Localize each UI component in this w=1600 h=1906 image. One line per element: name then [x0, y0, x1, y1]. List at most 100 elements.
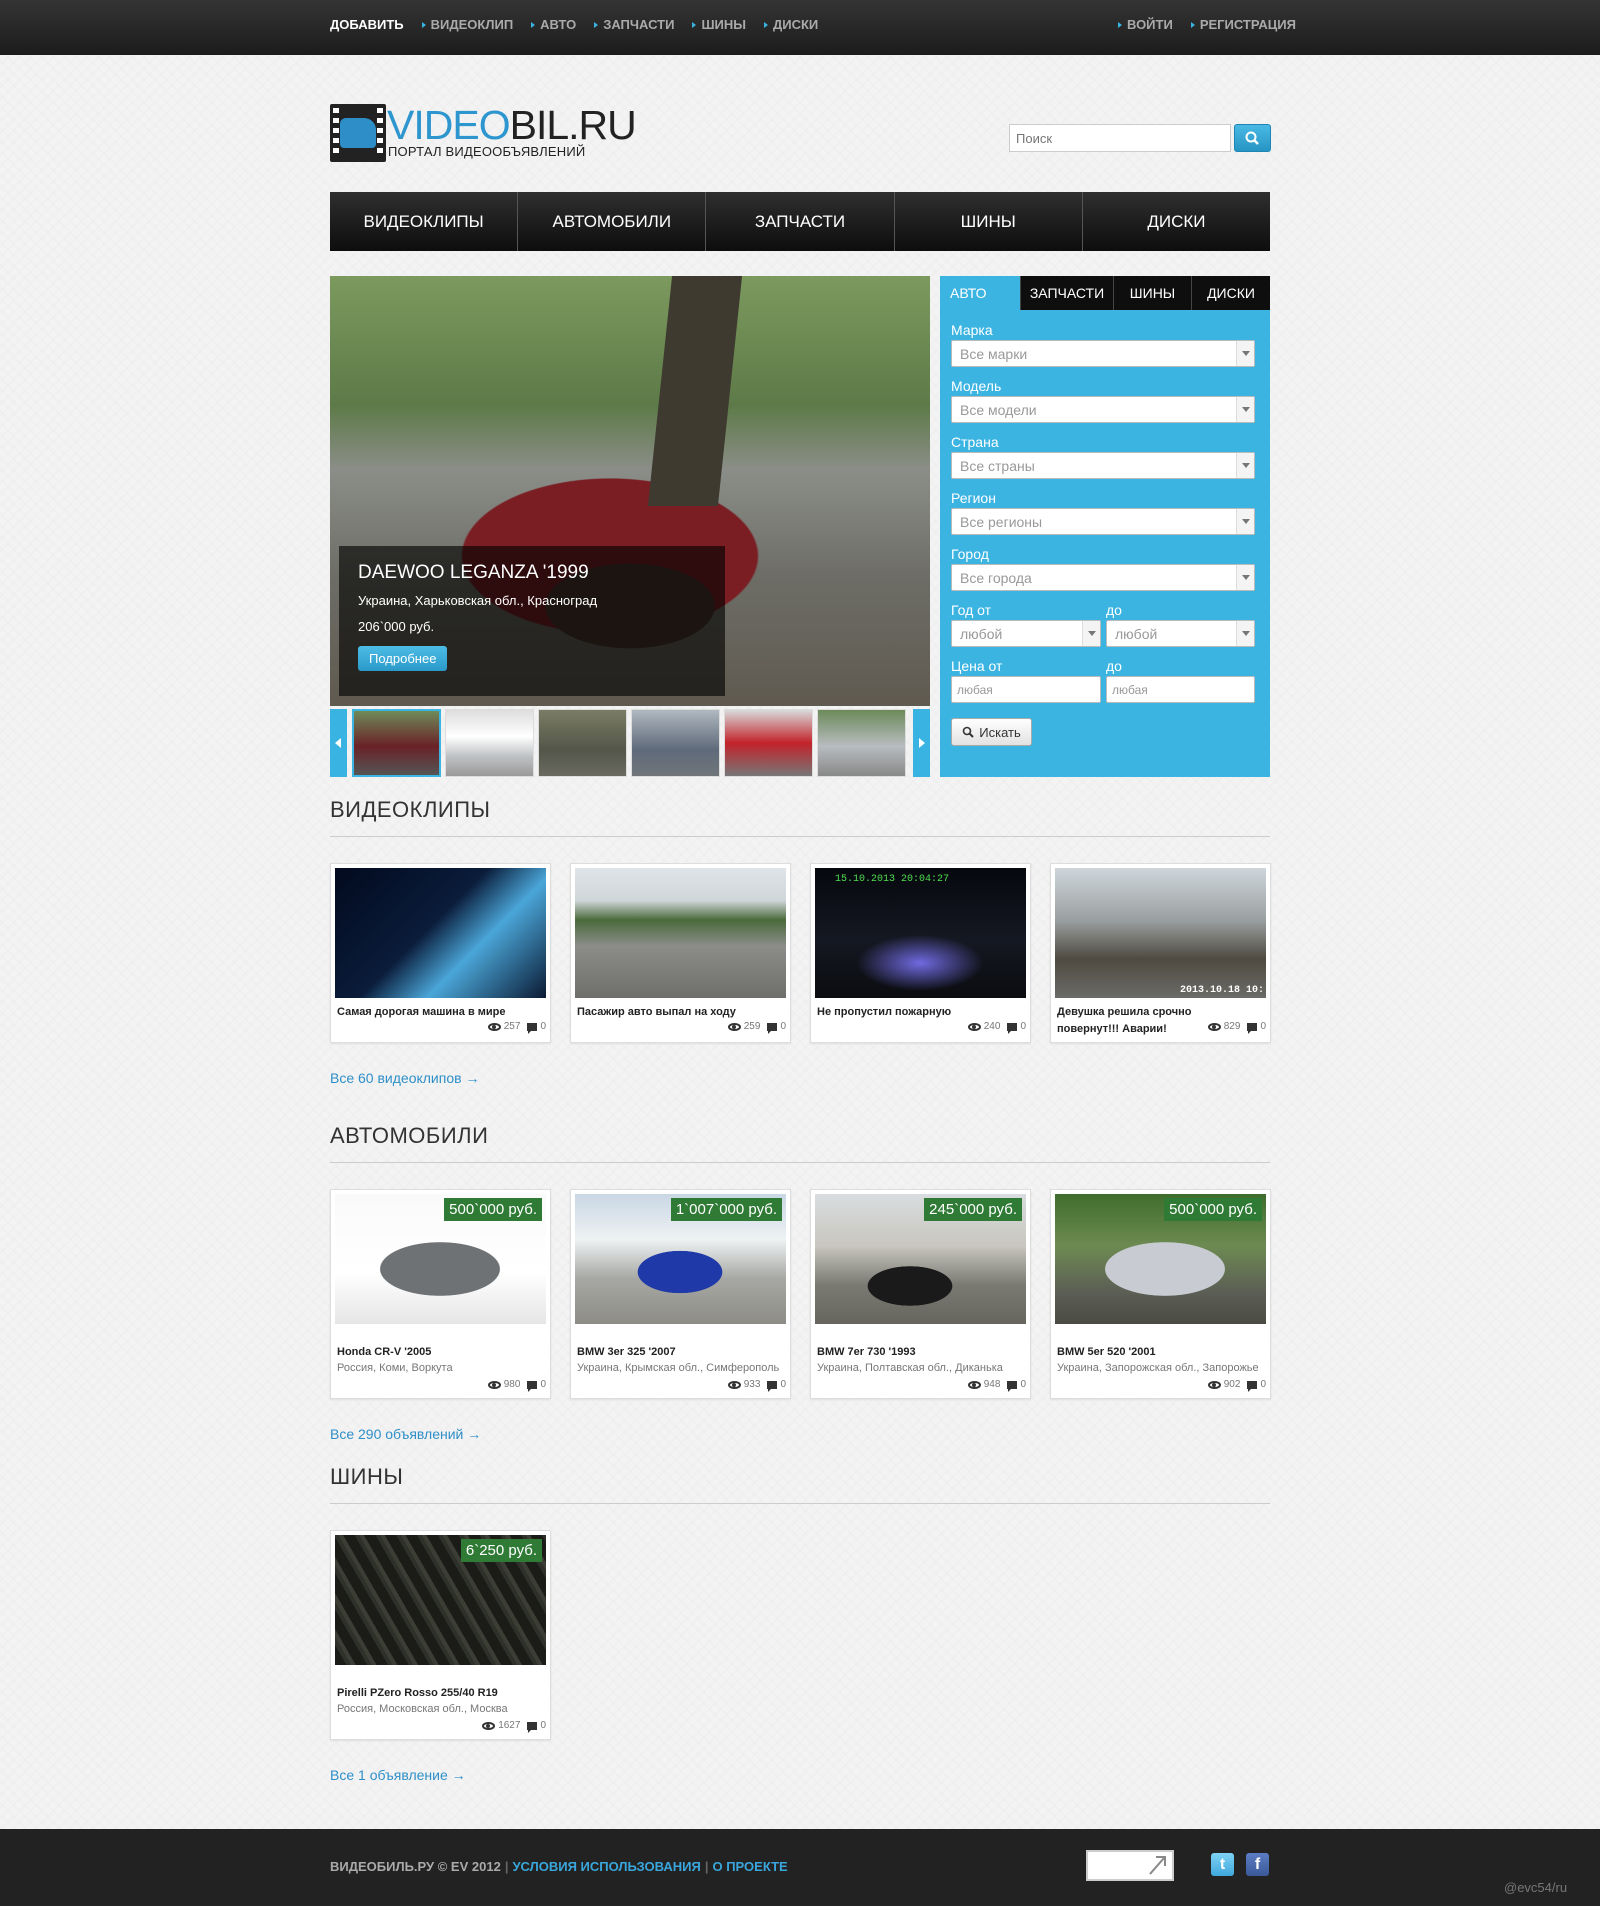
cars-section: АВТОМОБИЛИ: [330, 1123, 1270, 1163]
slide-caption: DAEWOO LEGANZA '1999 Украина, Харьковска…: [339, 546, 725, 696]
video-stats: 259 0: [727, 1021, 786, 1034]
about-link[interactable]: О ПРОЕКТЕ: [712, 1859, 787, 1874]
watermark: @evc54/ru: [1504, 1880, 1568, 1895]
year-to-select[interactable]: любой: [1106, 620, 1255, 647]
nav-videoclips[interactable]: ВИДЕОКЛИПЫ: [330, 192, 519, 251]
tab-auto[interactable]: АВТО: [940, 276, 1020, 310]
car-card[interactable]: 500`000 руб. Honda CR-V '2005 Россия, Ко…: [330, 1189, 551, 1399]
video-card[interactable]: 2013.10.18 10: Девушка решила срочно пов…: [1050, 863, 1271, 1043]
thumbnail[interactable]: [352, 709, 441, 777]
tire-stats: 1627 0: [482, 1720, 546, 1733]
select-value: Все города: [960, 570, 1032, 586]
top-link-videoclip[interactable]: ВИДЕОКЛИП: [421, 17, 513, 32]
country-select[interactable]: Все страны: [951, 452, 1255, 479]
field-label: Модель: [951, 378, 1002, 394]
top-bar: ДОБАВИТЬ ВИДЕОКЛИП АВТО ЗАПЧАСТИ ШИНЫ ДИ…: [0, 0, 1600, 55]
price-to-input[interactable]: любая: [1106, 676, 1255, 703]
field-label: Город: [951, 546, 989, 562]
bullet-icon: [1190, 21, 1195, 28]
view-count: 948: [983, 1379, 1001, 1390]
arrow-right-icon: [919, 738, 925, 748]
eye-icon: [487, 1380, 501, 1389]
field-label: Марка: [951, 322, 993, 338]
facebook-icon[interactable]: f: [1246, 1853, 1269, 1876]
featured-slider[interactable]: DAEWOO LEGANZA '1999 Украина, Харьковска…: [330, 276, 930, 706]
region-select[interactable]: Все регионы: [951, 508, 1255, 535]
car-card[interactable]: 500`000 руб. BMW 5er 520 '2001 Украина, …: [1050, 1189, 1271, 1399]
brand-field: Марка Все марки: [951, 322, 1255, 367]
top-link-label: ЗАПЧАСТИ: [603, 17, 675, 32]
top-link-parts[interactable]: ЗАПЧАСТИ: [594, 17, 674, 32]
search-input[interactable]: [1009, 124, 1231, 152]
view-count: 1627: [498, 1720, 521, 1731]
nav-cars[interactable]: АВТОМОБИЛИ: [518, 192, 707, 251]
all-cars-link[interactable]: Все 290 объявлений →: [330, 1426, 481, 1442]
login-link[interactable]: ВОЙТИ: [1118, 17, 1173, 32]
car-card[interactable]: 1`007`000 руб. BMW 3er 325 '2007 Украина…: [570, 1189, 791, 1399]
nav-tires[interactable]: ШИНЫ: [895, 192, 1083, 251]
all-tires-link[interactable]: Все 1 объявление →: [330, 1767, 466, 1783]
comment-icon: [767, 1022, 778, 1034]
video-thumbnail: 15.10.2013 20:04:27: [815, 868, 1026, 998]
thumbnail[interactable]: [445, 709, 534, 777]
thumbnail[interactable]: [724, 709, 813, 777]
comment-count: 0: [780, 1021, 786, 1032]
view-count: 902: [1223, 1379, 1241, 1390]
all-videos-link[interactable]: Все 60 видеоклипов →: [330, 1070, 479, 1086]
thumbnail[interactable]: [538, 709, 627, 777]
year-from-select[interactable]: любой: [951, 620, 1101, 647]
model-select[interactable]: Все модели: [951, 396, 1255, 423]
thumb-next-button[interactable]: [913, 709, 930, 777]
country-field: Страна Все страны: [951, 434, 1255, 479]
register-link[interactable]: РЕГИСТРАЦИЯ: [1190, 17, 1296, 32]
comment-icon: [767, 1380, 778, 1392]
bullet-icon: [1118, 21, 1122, 28]
video-card[interactable]: Пасажир авто выпал на ходу 259 0: [570, 863, 791, 1043]
price-from-field: Цена от любая: [951, 658, 1101, 703]
nav-wheels[interactable]: ДИСКИ: [1083, 192, 1270, 251]
price-from-input[interactable]: любая: [951, 676, 1101, 703]
car-title: BMW 5er 520 '2001: [1057, 1346, 1156, 1358]
comment-count: 0: [1260, 1379, 1266, 1390]
top-link-add[interactable]: ДОБАВИТЬ: [330, 17, 404, 32]
car-stats: 948 0: [967, 1379, 1026, 1392]
car-location: Украина, Полтавская обл., Диканька: [817, 1362, 1003, 1374]
car-title: BMW 7er 730 '1993: [817, 1346, 916, 1358]
car-location: Россия, Коми, Воркута: [337, 1362, 453, 1374]
twitter-icon[interactable]: t: [1211, 1853, 1234, 1876]
bullet-icon: [594, 21, 599, 28]
tab-parts[interactable]: ЗАПЧАСТИ: [1020, 276, 1113, 310]
slide-title: DAEWOO LEGANZA '1999: [358, 562, 589, 583]
site-logo[interactable]: VIDEOBIL.RU ПОРТАЛ ВИДЕООБЪЯВЛЕНИЙ: [330, 102, 637, 164]
top-link-wheels[interactable]: ДИСКИ: [763, 17, 818, 32]
car-card[interactable]: 245`000 руб. BMW 7er 730 '1993 Украина, …: [810, 1189, 1031, 1399]
visit-counter[interactable]: [1086, 1850, 1174, 1881]
chevron-down-icon: [1236, 565, 1254, 590]
logo-subtitle: ПОРТАЛ ВИДЕООБЪЯВЛЕНИЙ: [388, 144, 586, 159]
thumb-prev-button[interactable]: [330, 709, 347, 777]
tab-wheels[interactable]: ДИСКИ: [1191, 276, 1270, 310]
comment-icon: [1007, 1380, 1018, 1392]
video-card[interactable]: Самая дорогая машина в мире 257 0: [330, 863, 551, 1043]
video-card[interactable]: 15.10.2013 20:04:27 Не пропустил пожарну…: [810, 863, 1031, 1043]
car-stats: 933 0: [727, 1379, 786, 1392]
arrow-left-icon: [335, 738, 341, 748]
search-button[interactable]: [1234, 124, 1271, 152]
comment-icon: [527, 1721, 538, 1733]
model-field: Модель Все модели: [951, 378, 1255, 423]
top-link-auto[interactable]: АВТО: [531, 17, 576, 32]
search-form: [1009, 124, 1271, 152]
tire-card[interactable]: 6`250 руб. Pirelli PZero Rosso 255/40 R1…: [330, 1530, 551, 1740]
top-link-tires[interactable]: ШИНЫ: [692, 17, 746, 32]
brand-select[interactable]: Все марки: [951, 340, 1255, 367]
city-select[interactable]: Все города: [951, 564, 1255, 591]
thumbnail[interactable]: [817, 709, 906, 777]
filter-search-button[interactable]: Искать: [951, 718, 1032, 746]
chevron-down-icon: [1236, 341, 1254, 366]
terms-link[interactable]: УСЛОВИЯ ИСПОЛЬЗОВАНИЯ: [512, 1859, 700, 1874]
thumbnail[interactable]: [631, 709, 720, 777]
select-value: любой: [960, 626, 1003, 642]
slide-more-button[interactable]: Подробнее: [358, 646, 448, 671]
tab-tires[interactable]: ШИНЫ: [1113, 276, 1191, 310]
nav-parts[interactable]: ЗАПЧАСТИ: [706, 192, 895, 251]
